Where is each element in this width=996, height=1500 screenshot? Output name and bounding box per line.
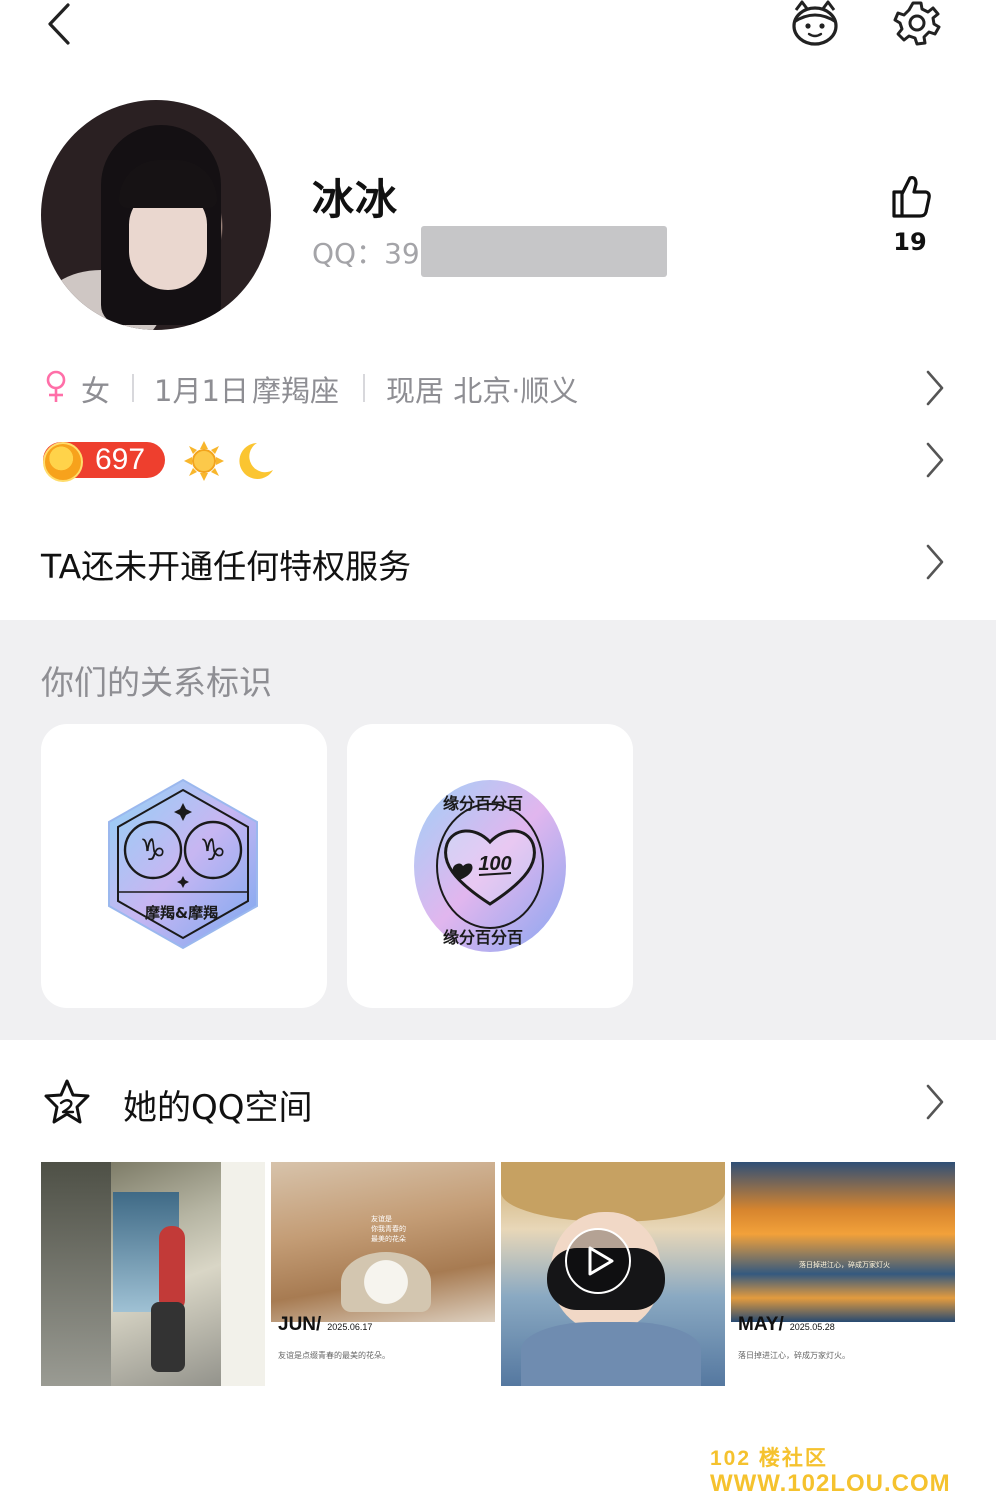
chevron-right-icon: [926, 370, 944, 406]
pet-face-icon: [792, 0, 838, 46]
qzone-row[interactable]: 她的QQ空间: [41, 1076, 955, 1128]
qq-number-mask: [421, 226, 667, 277]
level-value: 697: [95, 443, 146, 476]
profile-name: 冰冰: [312, 175, 399, 224]
top-bar: [0, 0, 996, 60]
sun-icon: [184, 441, 224, 481]
divider: [363, 374, 365, 402]
qzone-photo-2[interactable]: 友谊是 你我青春的 最美的花朵 JUN/2025.06.17 友谊是点缀青春的最…: [271, 1162, 495, 1386]
like-count: 19: [893, 228, 927, 256]
female-icon: [46, 370, 66, 402]
gear-icon: [893, 1, 941, 46]
qzone-photo-1[interactable]: [41, 1162, 265, 1386]
basic-info-row[interactable]: 女 1月1日 摩羯座 现居 北京·顺义: [41, 360, 955, 412]
pet-button[interactable]: [786, 0, 844, 50]
chevron-right-icon[interactable]: [923, 542, 947, 582]
settings-button[interactable]: [890, 0, 944, 50]
star-icon: [44, 1079, 90, 1124]
site-watermark: 102 楼社区 WWW.102LOU.COM: [710, 1447, 951, 1497]
affinity-label-top: 缘分百分百: [443, 794, 524, 813]
thumbs-up-icon: [892, 176, 931, 218]
sun-coin-icon: [43, 442, 83, 482]
chevron-right-icon: [926, 442, 944, 478]
gender-text: 女: [81, 374, 111, 408]
back-button[interactable]: [36, 0, 86, 50]
thumb-date: MAY/2025.05.28: [738, 1314, 835, 1335]
chevron-left-icon: [48, 3, 70, 45]
chevron-right-icon: [926, 1084, 944, 1120]
svg-text:♑: ♑: [200, 833, 227, 868]
relation-label-zodiac: 摩羯&摩羯: [145, 904, 219, 922]
relation-card-affinity[interactable]: 100 缘分百分百 缘分百分百: [347, 724, 633, 1008]
play-icon: [565, 1228, 631, 1294]
avatar[interactable]: [41, 100, 271, 330]
thumb-date: JUN/2025.06.17: [278, 1314, 373, 1335]
qq-number: QQ：39: [312, 237, 420, 270]
moon-icon: [239, 443, 273, 479]
like-button[interactable]: 19: [882, 172, 938, 262]
affinity-value: 100: [478, 853, 511, 875]
level-badge: 697: [43, 442, 165, 482]
capricorn-badge-icon: ♑ ♑: [108, 778, 258, 950]
divider: [132, 374, 134, 402]
affinity-label-bottom: 缘分百分百: [443, 928, 524, 947]
qzone-title: 她的QQ空间: [123, 1088, 313, 1128]
qzone-video[interactable]: [501, 1162, 725, 1386]
thumb-caption: 落日掉进江心，碎成万家灯火。: [738, 1351, 850, 1360]
relationship-title: 你们的关系标识: [41, 663, 272, 702]
level-badges-row[interactable]: 697: [41, 436, 955, 486]
qzone-photo-4[interactable]: 落日掉进江心，碎成万家灯火 MAY/2025.05.28 落日掉进江心，碎成万家…: [731, 1162, 955, 1386]
svg-text:♑: ♑: [140, 833, 167, 868]
relation-card-zodiac[interactable]: ♑ ♑ 摩羯&摩羯: [41, 724, 327, 1008]
zodiac-text: 摩羯座: [252, 374, 340, 408]
privilege-status[interactable]: TA还未开通任何特权服务: [41, 540, 411, 588]
thumb-overlay-text: 落日掉进江心，碎成万家灯火: [799, 1261, 890, 1269]
thumb-caption: 友谊是点缀青春的最美的花朵。: [278, 1351, 390, 1360]
birthday-text: 1月1日: [154, 374, 249, 408]
thumb-overlay-text: 友谊是 你我青春的 最美的花朵: [371, 1215, 406, 1243]
location-text: 现居 北京·顺义: [386, 374, 579, 408]
